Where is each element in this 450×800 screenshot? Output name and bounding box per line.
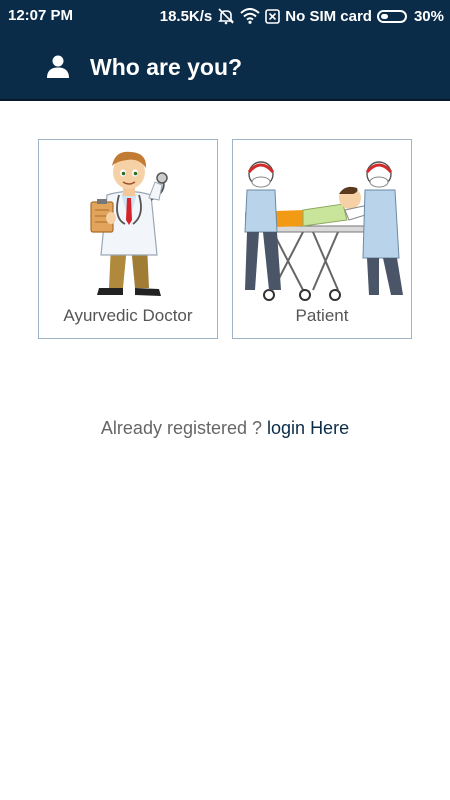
option-label-patient: Patient [295,306,349,325]
status-right-group: 18.5K/s No SIM card 30% [160,7,444,25]
sim-status: No SIM card [285,7,372,25]
network-speed: 18.5K/s [159,7,213,25]
battery-icon [376,9,407,23]
battery-percent: 30% [413,7,444,25]
patient-stretcher-illustration [244,161,403,301]
status-time: 12:07 PM [8,7,74,24]
battery-fill [380,13,388,19]
login-prompt-row: Already registered ? login Here [0,418,450,439]
login-here-link[interactable]: login Here [267,418,349,438]
ayurvedic-doctor-option[interactable]: Ayurvedic Doctor [38,139,218,339]
mute-icon [217,7,235,25]
doctor-illustration [90,151,168,296]
patient-option[interactable]: Patient [232,139,412,339]
login-prompt-text: Already registered ? [100,418,263,438]
sim-x-icon [265,8,281,24]
status-bar: 12:07 PM 18.5K/s No SIM card 30% [0,0,450,32]
option-label-doctor: Ayurvedic Doctor [63,306,193,325]
user-icon [47,55,69,78]
page-title: Who are you? [90,54,243,80]
wifi-icon [240,8,260,24]
app-bar: Who are you? [0,32,450,101]
